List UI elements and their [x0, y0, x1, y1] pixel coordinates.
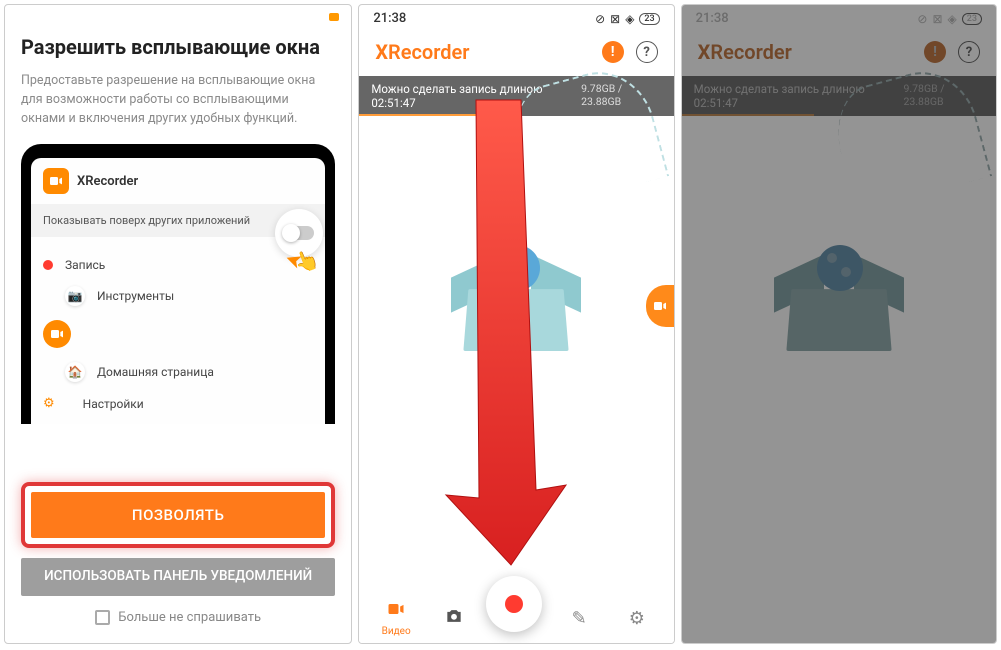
bottom-navigation: Видео ✎ ⚙ [359, 589, 673, 643]
tools-icon: 📷 [65, 286, 85, 306]
main-app-screen: 21:38 ⊘ ⊠ ◈ 23 XRecorder ! ? Можно сдела… [358, 4, 674, 644]
edit-nav-icon: ✎ [572, 608, 587, 629]
menu-record-label: Запись [65, 258, 105, 272]
use-notification-panel-button[interactable]: ИСПОЛЬЗОВАТЬ ПАНЕЛЬ УВЕДОМЛЕНИЙ [21, 558, 335, 596]
overlay-toggle[interactable] [284, 226, 314, 240]
record-dot-icon [43, 260, 53, 270]
wifi-icon: ◈ [625, 12, 634, 26]
status-bar: 21:38 ⊘ ⊠ ◈ 23 [359, 5, 673, 32]
menu-home-label: Домашняя страница [97, 365, 214, 379]
nav-video[interactable]: Видео [371, 599, 421, 637]
empty-state-area [359, 116, 673, 476]
highlight-frame: ПОЗВОЛЯТЬ [21, 482, 335, 548]
overlay-permission-row: Показывать поверх других приложений 👆 [31, 204, 325, 237]
warning-icon[interactable]: ! [602, 41, 624, 63]
close-box-icon: ⊠ [610, 12, 620, 26]
dialog-title: Разрешить всплывающие окна [21, 35, 335, 60]
video-icon [43, 320, 71, 348]
empty-box-illustration [456, 241, 576, 351]
settings-gear-icon: ⚙ [43, 396, 55, 411]
corner-badge [329, 13, 339, 21]
help-icon[interactable]: ? [636, 41, 658, 63]
settings-nav-icon: ⚙ [629, 608, 645, 629]
overlay-label: Показывать поверх других приложений [43, 214, 250, 227]
app-name-label: XRecorder [77, 174, 138, 189]
menu-settings-label: Настройки [83, 397, 144, 411]
home-icon: 🏠 [65, 362, 85, 382]
nav-photo[interactable] [429, 606, 479, 631]
dnd-icon: ⊘ [595, 12, 605, 26]
dont-ask-checkbox[interactable] [95, 610, 110, 625]
allow-button[interactable]: ПОЗВОЛЯТЬ [31, 492, 325, 538]
dont-ask-label: Больше не спрашивать [118, 610, 261, 625]
device-mockup: XRecorder Показывать поверх других прило… [21, 144, 335, 424]
nav-settings[interactable]: ⚙ [612, 608, 662, 629]
record-dot-icon [505, 595, 523, 613]
dim-overlay[interactable] [682, 5, 996, 643]
video-nav-icon [386, 599, 406, 624]
nav-edit[interactable]: ✎ [554, 608, 604, 629]
record-button[interactable] [486, 576, 542, 632]
brand-logo: XRecorder [375, 40, 469, 64]
permission-dialog-screen: Разрешить всплывающие окна Предоставьте … [4, 4, 352, 644]
dont-ask-row[interactable]: Больше не спрашивать [21, 610, 335, 625]
menu-tools-label: Инструменты [97, 289, 174, 303]
status-time: 21:38 [373, 11, 406, 26]
dialog-description: Предоставьте разрешение на всплывающие о… [21, 72, 335, 128]
camera-nav-icon [444, 606, 464, 631]
fab-menu-screen: 21:38 ⊘ ⊠ ◈ 23 XRecorder ! ? Можно сдела… [681, 4, 997, 644]
nav-video-label: Видео [382, 626, 411, 637]
app-header: XRecorder ! ? [359, 32, 673, 76]
battery-indicator: 23 [639, 13, 659, 25]
xrecorder-app-icon [43, 168, 69, 194]
